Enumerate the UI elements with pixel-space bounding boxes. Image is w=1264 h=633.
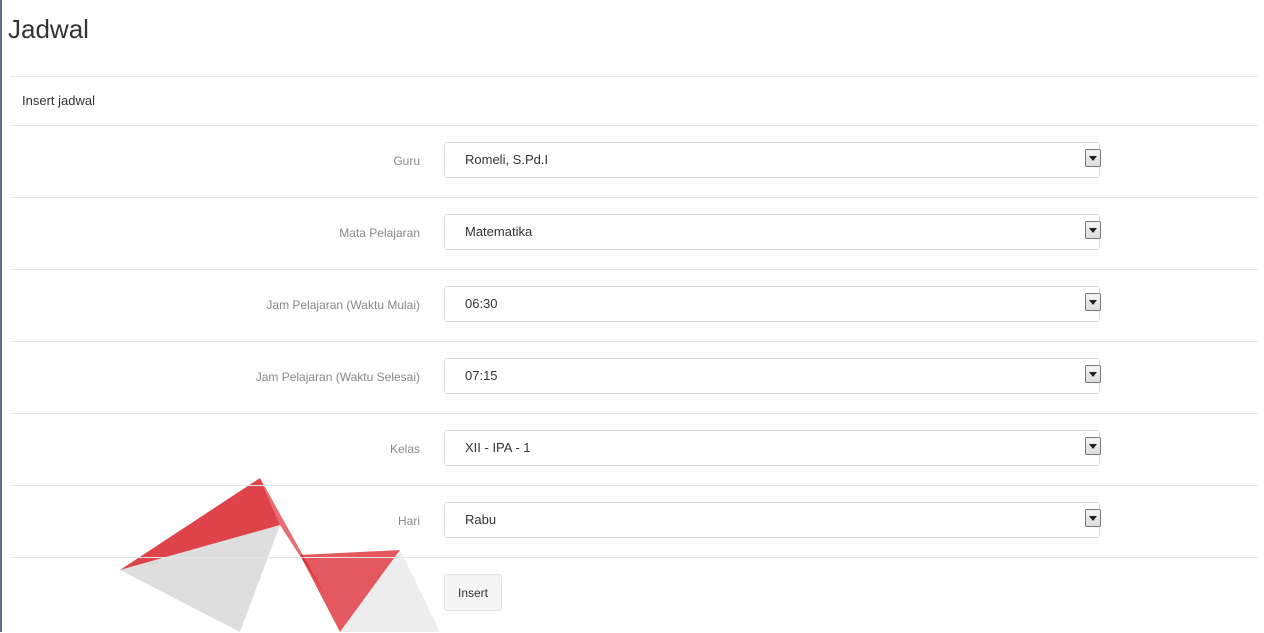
chevron-down-icon[interactable] (1085, 437, 1101, 455)
kelas-label: Kelas (389, 442, 420, 456)
form-row-mata-pelajaran: Mata Pelajaran Matematika (10, 198, 1258, 270)
kelas-select-value: XII - IPA - 1 (465, 440, 531, 455)
form-row-waktu-mulai: Jam Pelajaran (Waktu Mulai) 06:30 (10, 270, 1258, 342)
page-title: Jadwal (8, 14, 89, 44)
waktu-mulai-select[interactable]: 06:30 (444, 286, 1101, 322)
guru-label: Guru (393, 154, 420, 168)
form-row-submit: Insert (10, 558, 1258, 629)
chevron-down-icon[interactable] (1085, 509, 1101, 527)
insert-button[interactable]: Insert (444, 574, 503, 611)
mata-pelajaran-label: Mata Pelajaran (339, 226, 420, 240)
guru-select[interactable]: Romeli, S.Pd.I (444, 142, 1101, 178)
kelas-select[interactable]: XII - IPA - 1 (444, 430, 1101, 466)
panel-heading: Insert jadwal (10, 77, 1258, 126)
chevron-down-icon[interactable] (1085, 221, 1101, 239)
mata-pelajaran-select[interactable]: Matematika (444, 214, 1101, 250)
form-row-waktu-selesai: Jam Pelajaran (Waktu Selesai) 07:15 (10, 342, 1258, 414)
chevron-down-icon[interactable] (1085, 293, 1101, 311)
waktu-selesai-label: Jam Pelajaran (Waktu Selesai) (255, 370, 420, 384)
hari-select-value: Rabu (465, 512, 497, 527)
waktu-selesai-select-value: 07:15 (465, 368, 498, 383)
waktu-mulai-select-value: 06:30 (465, 296, 498, 311)
form-row-guru: Guru Romeli, S.Pd.I (10, 126, 1258, 198)
hari-select[interactable]: Rabu (444, 502, 1101, 538)
form-row-hari: Hari Rabu (10, 486, 1258, 558)
left-border (0, 0, 2, 632)
chevron-down-icon[interactable] (1085, 149, 1101, 167)
waktu-mulai-label: Jam Pelajaran (Waktu Mulai) (266, 298, 420, 312)
form-row-kelas: Kelas XII - IPA - 1 (10, 414, 1258, 486)
chevron-down-icon[interactable] (1085, 365, 1101, 383)
insert-jadwal-panel: Insert jadwal Guru Romeli, S.Pd.I Mata P… (10, 76, 1258, 633)
guru-select-value: Romeli, S.Pd.I (465, 152, 549, 167)
hari-label: Hari (397, 514, 420, 528)
mata-pelajaran-select-value: Matematika (465, 224, 533, 239)
waktu-selesai-select[interactable]: 07:15 (444, 358, 1101, 394)
